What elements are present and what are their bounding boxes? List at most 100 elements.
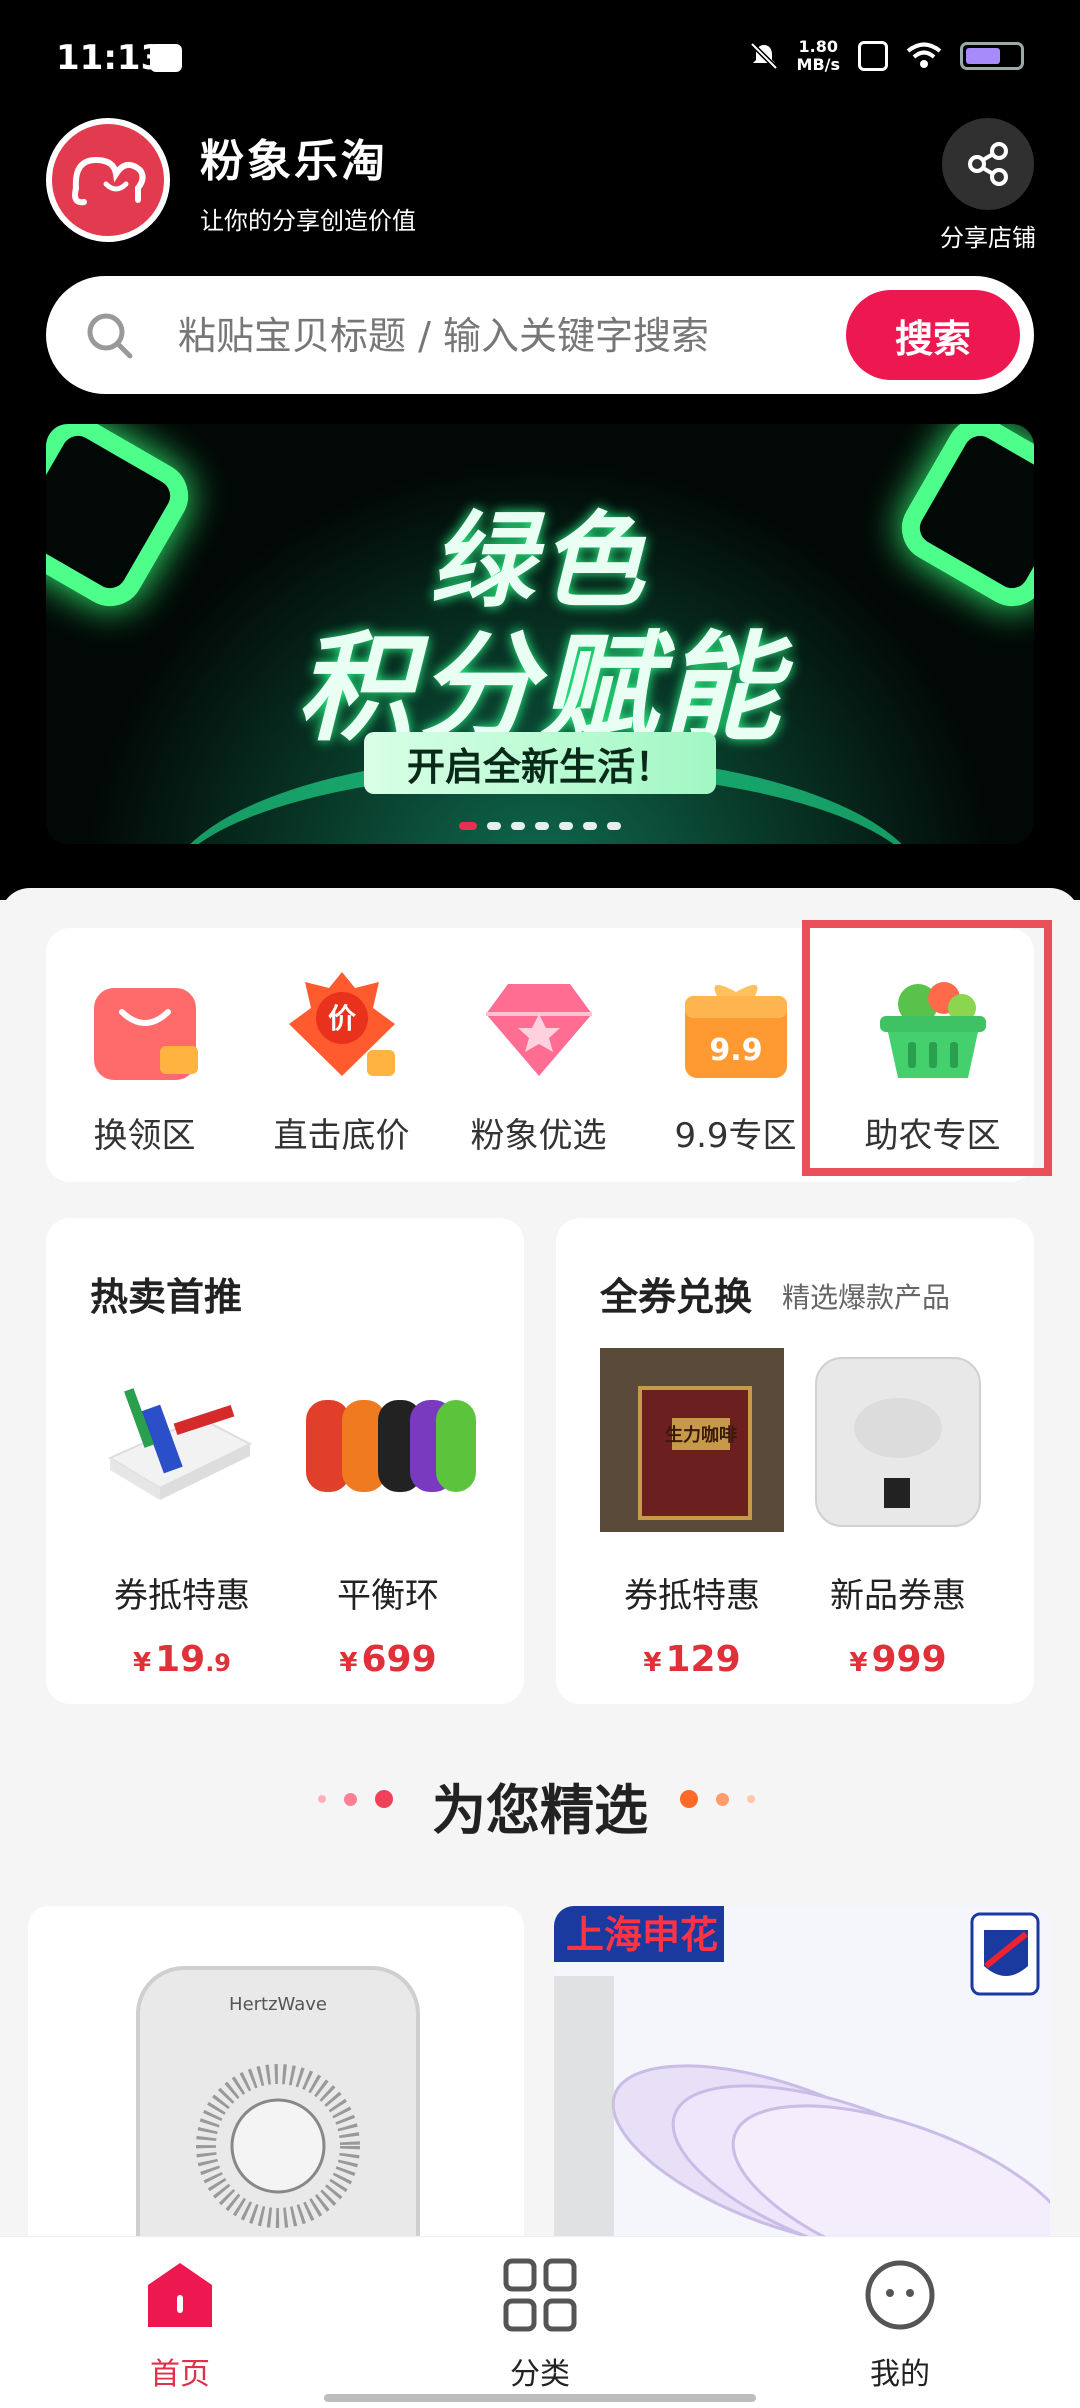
price-integer: 129 [665,1639,741,1680]
pagination-dot [459,822,477,830]
net-speed-unit: MB/s [796,55,840,74]
feed-product-image: 上海申花 [554,1906,1050,2266]
bottom-nav: 首页 分类 我的 [0,2236,1080,2408]
price-currency: ¥ [643,1648,662,1678]
nav-label: 我的 [870,2357,930,2392]
network-speed: 1.80 MB/s [797,38,840,74]
search-icon [87,313,133,359]
banner-pagination [46,822,1034,830]
product-image [296,1348,480,1532]
share-store-button[interactable]: 分享店铺 [938,118,1038,253]
category-exchange[interactable]: 换领区 [46,928,243,1182]
product-name: 券抵特惠 [114,1576,250,1616]
brand: 粉象乐淘 让你的分享创造价值 [46,118,416,242]
pagination-dot [607,822,621,830]
nav-label: 分类 [510,2357,570,2392]
share-store-label: 分享店铺 [940,224,1036,252]
price-currency: ¥ [132,1648,152,1678]
search-input[interactable] [176,298,860,374]
top-dark-area: 11:13 1.80 MB/s 粉象乐淘 让你的分享创造价值 分享店铺 粘贴宝贝… [0,0,1080,900]
price-tag-icon: 价 [288,972,395,1076]
feed-item[interactable]: 上海申花 [554,1906,1050,2266]
price-integer: 699 [361,1639,437,1680]
promo-banner[interactable]: 绿色 积分赋能 开启全新生活！ [46,424,1034,844]
elephant-logo-icon [72,156,146,206]
price-currency: ¥ [849,1648,868,1678]
hot-pick-title: 热卖首推 [90,1275,243,1319]
feed-brand-text: HertzWave [229,1994,327,2015]
grid-icon [502,2257,578,2333]
app-tagline: 让你的分享创造价值 [200,206,416,235]
category-label: 粉象优选 [470,1116,607,1156]
product-name: 平衡环 [337,1576,439,1616]
banner-pill: 开启全新生活！ [364,732,716,794]
status-time: 11:13 [56,38,165,78]
nav-category[interactable]: 分类 [360,2237,720,2408]
product-image [90,1348,274,1532]
svg-text:价: 价 [327,1002,356,1035]
nav-home[interactable]: 首页 [0,2237,360,2408]
svg-text:9.9: 9.9 [709,1033,762,1068]
category-label: 9.9专区 [674,1116,797,1156]
product-price: ¥129 [592,1639,792,1680]
product-price: ¥699 [288,1639,488,1680]
gift-box-icon: 9.9 [684,984,787,1078]
coffee-box-icon: 生力咖啡 [600,1348,784,1532]
price-decimal: .9 [205,1649,232,1677]
feed-item[interactable]: HertzWave [28,1906,524,2266]
product-image: 生力咖啡 [600,1348,784,1532]
section-title: 为您精选 [432,1779,648,1842]
pagination-dot [583,822,597,830]
vegetable-basket-icon [879,982,986,1078]
pagination-dot [559,822,573,830]
status-right: 1.80 MB/s [749,38,1024,74]
product-price: ¥19.9 [82,1639,282,1680]
balance-band-icon [306,1400,476,1492]
feed-brand-text: 上海申花 [566,1913,718,1957]
profile-icon [862,2257,938,2333]
battery-icon [960,42,1024,70]
app-name: 粉象乐淘 [200,135,388,187]
content-sheet: 换领区 价 直击底价 粉象优选 9.9 9.9专区 助农专区 热卖首推 券抵特惠… [0,888,1080,2266]
category-label: 换领区 [93,1116,196,1156]
product-item[interactable]: 平衡环 ¥699 [288,1348,488,1680]
category-lowest-price[interactable]: 价 直击底价 [243,928,440,1182]
diamond-icon [485,984,592,1076]
close-box-icon [858,41,888,71]
pagination-dot [535,822,549,830]
category-label: 助农专区 [864,1116,1001,1156]
product-item[interactable]: 券抵特惠 ¥19.9 [82,1348,282,1680]
share-button-circle[interactable] [942,118,1034,210]
net-speed-value: 1.80 [798,37,838,56]
coupon-exchange-card[interactable]: 全券兑换 精选爆款产品 生力咖啡 券抵特惠 ¥129 新品券惠 ¥ 999 [556,1218,1034,1704]
price-integer: 999 [871,1639,947,1680]
product-box-icon [107,1388,253,1500]
section-deco-right [680,1790,755,1808]
category-9-9[interactable]: 9.9 9.9专区 [637,928,834,1182]
category-row: 换领区 价 直击底价 粉象优选 9.9 9.9专区 助农专区 [46,928,1034,1182]
gesture-home-bar [324,2394,756,2402]
pagination-dot [487,822,501,830]
coupon-card-title: 全券兑换 [600,1275,753,1319]
nav-profile[interactable]: 我的 [720,2237,1080,2408]
nav-label: 首页 [150,2357,210,2392]
category-selected[interactable]: 粉象优选 [440,928,637,1182]
product-image [806,1348,990,1532]
share-icon [968,142,1008,186]
product-name: 新品券惠 [830,1576,966,1616]
product-item[interactable]: 新品券惠 ¥999 [798,1348,998,1680]
feed-product-image: HertzWave [136,1966,420,2266]
product-price: ¥999 [798,1639,998,1680]
coffee-box-label: 生力咖啡 [665,1424,737,1446]
app-root: 11:13 1.80 MB/s 粉象乐淘 让你的分享创造价值 分享店铺 粘贴宝贝… [0,0,1080,2408]
category-label: 直击底价 [273,1116,410,1156]
price-integer: 19 [155,1639,206,1680]
search-button[interactable]: 搜索 [846,290,1020,380]
hot-pick-card[interactable]: 热卖首推 券抵特惠 ¥19.9 平衡环 ¥ 699 [46,1218,524,1704]
product-item[interactable]: 生力咖啡 券抵特惠 ¥129 [592,1348,792,1680]
search-bar: 搜索 [46,276,1034,394]
product-name: 券抵特惠 [624,1576,760,1616]
category-agriculture[interactable]: 助农专区 [834,928,1031,1182]
price-currency: ¥ [339,1648,358,1678]
wifi-icon [906,42,942,68]
